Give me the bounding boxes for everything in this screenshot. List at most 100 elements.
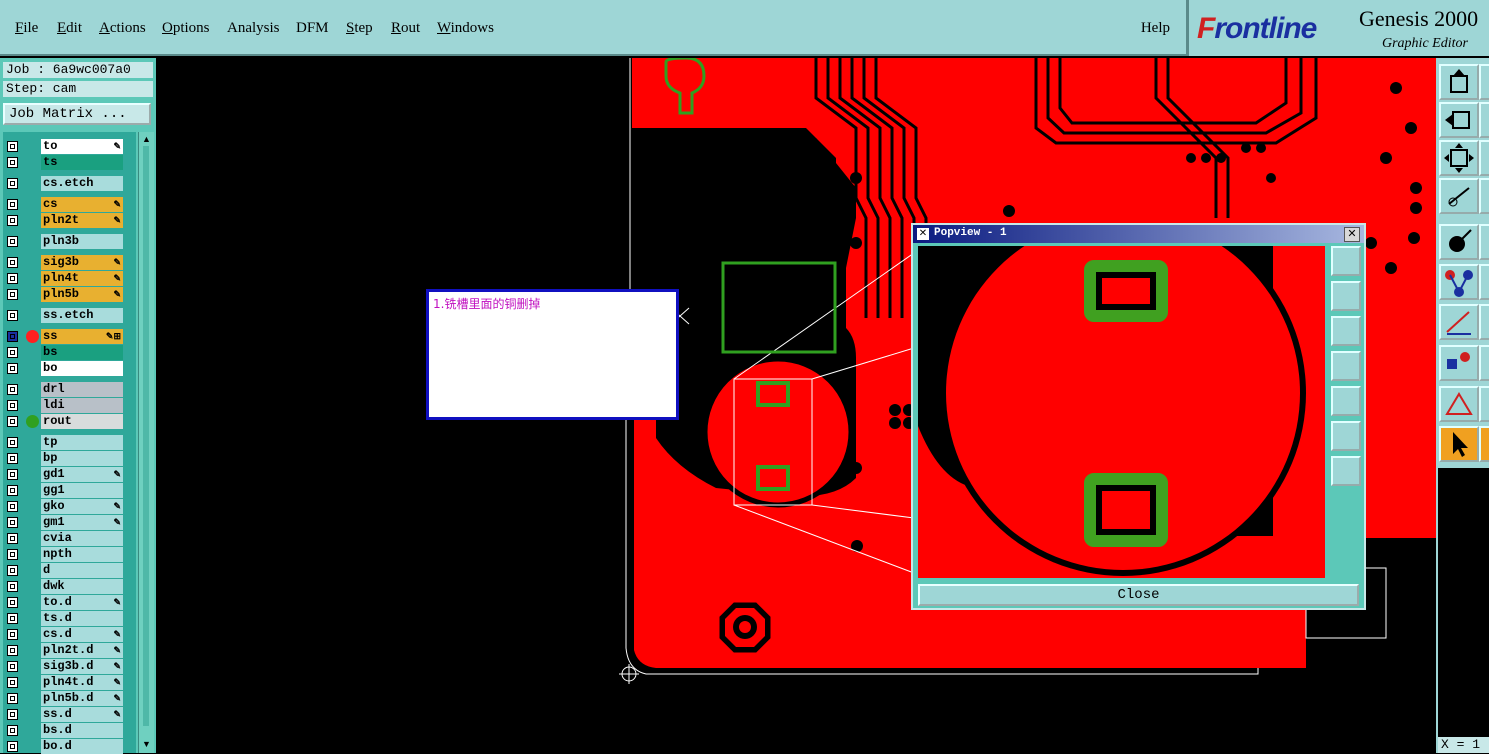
layer-row[interactable]: pln3b [3,234,136,249]
pan-left-icon[interactable] [1331,351,1361,381]
layer-checkbox[interactable] [7,363,18,374]
layer-name[interactable]: bo.d [41,739,123,754]
layer-checkbox[interactable] [7,157,18,168]
layer-checkbox[interactable] [7,581,18,592]
layer-checkbox[interactable] [7,565,18,576]
layer-row[interactable]: to.d ✎ [3,595,136,610]
layer-name[interactable]: pln4t ✎ [41,271,123,286]
layer-row[interactable]: bp [3,451,136,466]
layer-name[interactable]: d [41,563,123,578]
pan-right-icon[interactable] [1331,386,1361,416]
pan-down-icon[interactable] [1331,316,1361,346]
layer-row[interactable]: ss.etch [3,308,136,323]
layer-row[interactable]: cs.etch [3,176,136,191]
layer-checkbox[interactable] [7,347,18,358]
zoom-out-icon[interactable] [1331,456,1361,486]
job-matrix-button[interactable]: Job Matrix ... [3,103,151,125]
layer-name[interactable]: gko ✎ [41,499,123,514]
layer-name[interactable]: gd1 ✎ [41,467,123,482]
right-tool-b2[interactable] [1479,102,1489,138]
menu-help[interactable]: Help [1141,20,1170,37]
pan-up-tool-icon[interactable] [1439,64,1479,100]
layer-row[interactable]: gg1 [3,483,136,498]
right-tool-b3[interactable] [1479,140,1489,176]
feature-select-tool-icon[interactable] [1439,224,1479,260]
layer-name[interactable]: drl [41,382,123,397]
triangle-tool-icon[interactable] [1439,386,1479,422]
layer-checkbox[interactable] [7,289,18,300]
layer-row[interactable]: cvia [3,531,136,546]
popview-close-icon[interactable]: ✕ [1344,227,1360,242]
layer-name[interactable]: cs.etch [41,176,123,191]
layer-checkbox[interactable] [7,273,18,284]
zoom-home-tool-icon[interactable] [1439,140,1479,176]
pan-left-tool-icon[interactable] [1439,102,1479,138]
menu-dfm[interactable]: DFM [296,20,329,37]
layer-name[interactable]: gg1 [41,483,123,498]
layer-name[interactable]: pln3b [41,234,123,249]
layer-name[interactable]: sig3b.d ✎ [41,659,123,674]
layer-row[interactable]: ldi [3,398,136,413]
layer-row[interactable]: bs.d [3,723,136,738]
layer-row[interactable]: pln2t.d ✎ [3,643,136,658]
layer-checkbox[interactable] [7,178,18,189]
layer-row[interactable]: sig3b ✎ [3,255,136,270]
layer-row[interactable]: bo [3,361,136,376]
layer-checkbox[interactable] [7,517,18,528]
layer-row[interactable]: gko ✎ [3,499,136,514]
layer-name[interactable]: cs.d ✎ [41,627,123,642]
layer-row[interactable]: bs [3,345,136,360]
right-tool-b8[interactable] [1479,345,1489,381]
right-tool-b5[interactable] [1479,224,1489,260]
layer-checkbox[interactable] [7,597,18,608]
layer-checkbox[interactable] [7,236,18,247]
layer-name[interactable]: bp [41,451,123,466]
layer-name[interactable]: tp [41,435,123,450]
layer-checkbox[interactable] [7,141,18,152]
layer-checkbox[interactable] [7,501,18,512]
layer-checkbox[interactable] [7,741,18,752]
layer-name[interactable]: dwk [41,579,123,594]
layer-checkbox[interactable] [7,215,18,226]
popview-titlebar[interactable]: ✕ Popview - 1 ✕ [913,225,1364,243]
layer-row[interactable]: to ✎ [3,139,136,154]
layer-name[interactable]: to.d ✎ [41,595,123,610]
layer-row[interactable]: ts.d [3,611,136,626]
right-tool-b7[interactable] [1479,304,1489,340]
layer-checkbox[interactable] [7,199,18,210]
layer-row[interactable]: npth [3,547,136,562]
layer-checkbox[interactable] [7,709,18,720]
layer-scrollbar[interactable]: ▲ ▼ [138,132,154,753]
layer-row[interactable]: ts [3,155,136,170]
right-tool-b9[interactable] [1479,386,1489,422]
right-tool-b10[interactable] [1479,426,1489,462]
layer-name[interactable]: ts.d [41,611,123,626]
scroll-up-icon[interactable]: ▲ [141,134,152,144]
pointer-tool-icon[interactable] [1439,426,1479,462]
layer-checkbox[interactable] [7,453,18,464]
right-tool-b1[interactable] [1479,64,1489,100]
layer-checkbox[interactable] [7,613,18,624]
layer-checkbox[interactable] [7,661,18,672]
layer-checkbox[interactable] [7,485,18,496]
layer-row[interactable]: sig3b.d ✎ [3,659,136,674]
layer-checkbox[interactable] [7,693,18,704]
popview-window[interactable]: ✕ Popview - 1 ✕ Close [911,223,1366,610]
layer-checkbox[interactable] [7,645,18,656]
layer-row[interactable]: cs.d ✎ [3,627,136,642]
menu-windows[interactable]: Windows [437,20,494,37]
layer-name[interactable]: ldi [41,398,123,413]
overview-map[interactable] [1438,468,1489,737]
right-tool-b6[interactable] [1479,264,1489,300]
layer-row[interactable]: dwk [3,579,136,594]
layer-name[interactable]: bo [41,361,123,376]
layer-row[interactable]: d [3,563,136,578]
layer-name[interactable]: pln4t.d ✎ [41,675,123,690]
measure-tool-icon[interactable] [1439,178,1479,214]
layer-name[interactable]: cvia [41,531,123,546]
menu-actions[interactable]: Actions [99,20,146,37]
menu-step[interactable]: Step [346,20,373,37]
layer-row[interactable]: pln2t ✎ [3,213,136,228]
zoom-in-icon[interactable] [1331,246,1361,276]
layer-name[interactable]: pln5b.d ✎ [41,691,123,706]
